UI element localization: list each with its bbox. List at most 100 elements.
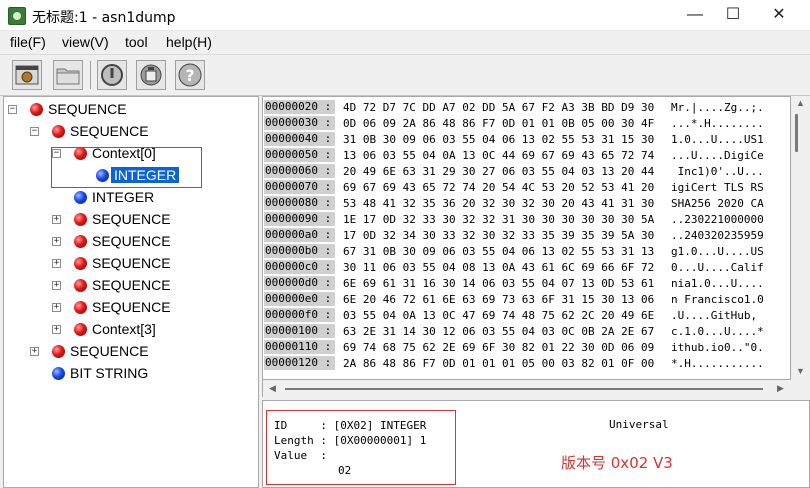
horizontal-scrollbar[interactable]: ◀ ▶ [262,380,791,397]
scroll-right-icon[interactable]: ▶ [777,383,784,394]
toolbar-separator [90,61,91,89]
menu-help[interactable]: help(H) [166,34,212,50]
hex-ascii: *.H........... [671,357,764,370]
open-file-button[interactable] [53,60,83,90]
tree-node-label: SEQUENCE [70,123,149,139]
scroll-thumb[interactable] [285,388,763,390]
app-icon [8,7,26,25]
id-line: ID : [0X02] INTEGER [274,419,427,432]
power-icon [101,64,123,86]
tree-node[interactable]: INTEGER [52,188,242,208]
expand-icon[interactable]: + [52,237,61,246]
maximize-button[interactable]: ☐ [710,0,756,30]
hex-bytes: 20 49 6E 63 31 29 30 27 06 03 55 04 03 1… [343,165,655,178]
tree-node[interactable]: BIT STRING [30,364,250,384]
menu-view[interactable]: view(V) [62,34,109,50]
hex-bytes: 67 31 0B 30 09 06 03 55 04 06 13 02 55 5… [343,245,655,258]
hex-row: 00000070 : 69 67 69 43 65 72 74 20 54 4C … [263,179,790,195]
clear-icon [140,64,162,86]
tree-node[interactable]: + SEQUENCE [52,210,242,230]
tree-node[interactable]: − SEQUENCE [30,122,250,142]
constructed-node-icon [74,235,87,248]
expand-icon[interactable]: + [52,215,61,224]
hex-bytes: 0D 06 09 2A 86 48 86 F7 0D 01 01 0B 05 0… [343,117,655,130]
scroll-thumb[interactable] [795,114,798,152]
hex-bytes: 17 0D 32 34 30 33 32 30 32 33 35 39 35 3… [343,229,655,242]
folder-icon [56,68,80,85]
svg-text:?: ? [185,66,194,85]
hex-row: 000000e0 : 6E 20 46 72 61 6E 63 69 73 63 … [263,291,790,307]
hex-ascii: ..240320235959 [671,229,764,242]
hex-offset: 00000060 : [264,164,335,178]
hex-offset: 00000090 : [264,212,335,226]
expand-icon[interactable]: + [52,281,61,290]
collapse-icon[interactable]: − [30,127,39,136]
hex-offset: 000000e0 : [264,292,335,306]
power-button[interactable] [97,60,127,90]
help-button[interactable]: ? [175,60,205,90]
window-title: 无标题:1 - asn1dump [32,10,176,26]
menu-file[interactable]: file(F) [10,34,46,50]
constructed-node-icon [52,125,65,138]
tree-node[interactable]: + SEQUENCE [30,342,250,362]
value-line: Value : [274,449,327,462]
tree-node-label: INTEGER [92,189,155,205]
tree-node[interactable]: + SEQUENCE [52,254,242,274]
scroll-down-icon[interactable]: ▼ [796,366,805,376]
close-button[interactable]: ✕ [756,0,802,30]
tree-node-label: SEQUENCE [92,233,171,249]
open-window-icon [15,65,39,85]
expand-icon[interactable]: + [30,347,39,356]
scroll-left-icon[interactable]: ◀ [269,383,276,394]
vertical-scrollbar[interactable]: ▲ ▼ [791,96,808,380]
tree-node-label: SEQUENCE [92,211,171,227]
hex-bytes: 30 11 06 03 55 04 08 13 0A 43 61 6C 69 6… [343,261,655,274]
hex-ascii: 1.0...U....US1 [671,133,764,146]
hex-ascii: g1.0...U....US [671,245,764,258]
hex-offset: 00000020 : [264,100,335,114]
version-annotation: 版本号 0x02 V3 [561,454,673,472]
collapse-icon[interactable]: − [8,105,17,114]
tree-node[interactable]: + SEQUENCE [52,298,242,318]
hex-view[interactable]: 00000020 : 4D 72 D7 7C DD A7 02 DD 5A 67 … [262,96,791,380]
tree-node[interactable]: + SEQUENCE [52,276,242,296]
hex-ascii: ...*.H........ [671,117,764,130]
hex-bytes: 4D 72 D7 7C DD A7 02 DD 5A 67 F2 A3 3B B… [343,101,655,114]
value-data: 02 [338,464,352,477]
expand-icon[interactable]: + [52,325,61,334]
hex-row: 00000120 : 2A 86 48 86 F7 0D 01 01 01 05 … [263,355,790,371]
asn1-tree[interactable]: − SEQUENCE − SEQUENCE − Context[0] INTEG… [3,96,259,488]
hex-offset: 00000050 : [264,148,335,162]
detail-pane: ID : [0X02] INTEGER Length : [0X00000001… [262,400,810,488]
hex-offset: 00000110 : [264,340,335,354]
hex-ascii: c.1.0...U....* [671,325,764,338]
tree-node[interactable]: + SEQUENCE [52,232,242,252]
tree-node-label: BIT STRING [70,365,149,381]
scroll-up-icon[interactable]: ▲ [796,98,805,108]
highlight-box [51,147,202,188]
hex-offset: 00000120 : [264,356,335,370]
expand-icon[interactable]: + [52,259,61,268]
tree-node[interactable]: − SEQUENCE [8,100,248,120]
clear-button[interactable] [136,60,166,90]
length-line: Length : [0X00000001] 1 [274,434,427,447]
open-window-button[interactable] [12,60,42,90]
primitive-node-icon [74,191,87,204]
expand-icon[interactable]: + [52,303,61,312]
menu-tool[interactable]: tool [125,34,148,50]
hex-bytes: 2A 86 48 86 F7 0D 01 01 01 05 00 03 82 0… [343,357,655,370]
hex-row: 000000d0 : 6E 69 61 31 16 30 14 06 03 55 … [263,275,790,291]
hex-offset: 00000100 : [264,324,335,338]
tree-node-label: SEQUENCE [70,343,149,359]
hex-ascii: .U....GitHub, [671,309,764,322]
tree-node-label: SEQUENCE [92,255,171,271]
hex-offset: 00000070 : [264,180,335,194]
hex-row: 000000f0 : 03 55 04 0A 13 0C 47 69 74 48 … [263,307,790,323]
hex-row: 00000060 : 20 49 6E 63 31 29 30 27 06 03 … [263,163,790,179]
tree-node[interactable]: + Context[3] [52,320,242,340]
hex-ascii: Inc1)0'..U... [671,165,764,178]
tree-node-label: SEQUENCE [48,101,127,117]
hex-ascii: 0...U....Calif [671,261,764,274]
hex-ascii: igiCert TLS RS [671,181,764,194]
hex-row: 000000b0 : 67 31 0B 30 09 06 03 55 04 06 … [263,243,790,259]
